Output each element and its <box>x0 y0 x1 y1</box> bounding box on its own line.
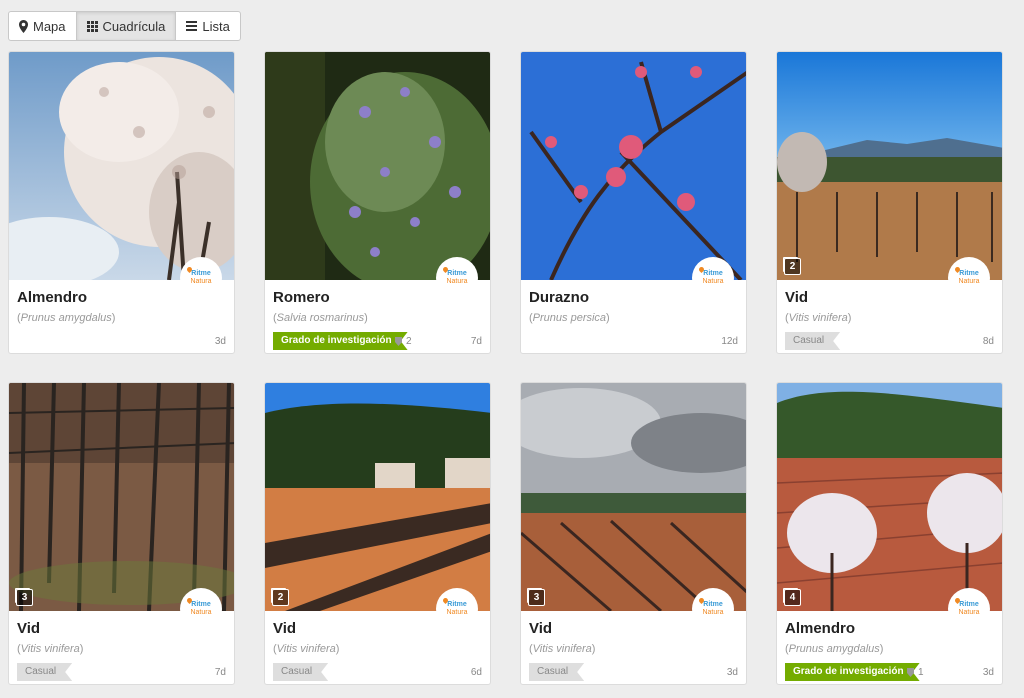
observation-age: 12d <box>721 336 738 347</box>
list-view-label: Lista <box>202 18 230 34</box>
scientific-name: (Vitis vinifera) <box>273 643 340 655</box>
observation-card[interactable]: Ritme Natura Durazno (Prunus persica) 12d <box>520 51 747 354</box>
common-name[interactable]: Almendro <box>785 620 855 637</box>
common-name[interactable]: Durazno <box>529 289 589 306</box>
ritme-natura-logo: Ritme Natura <box>692 257 734 299</box>
ritme-natura-logo: Ritme Natura <box>948 257 990 299</box>
observation-card[interactable]: 4 Ritme Natura Almendro (Prunus amygdalus… <box>776 382 1003 685</box>
observation-card[interactable]: 2 Ritme Natura Vid (Vitis vinifera) Casua… <box>264 382 491 685</box>
casual-grade-badge: Casual <box>17 663 72 681</box>
observation-photo[interactable] <box>521 52 746 280</box>
map-pin-icon <box>19 19 28 33</box>
common-name[interactable]: Almendro <box>17 289 87 306</box>
observation-card[interactable]: 3 Ritme Natura Vid (Vitis vinifera) Casua… <box>520 382 747 685</box>
common-name[interactable]: Romero <box>273 289 330 306</box>
casual-grade-badge: Casual <box>785 332 840 350</box>
common-name[interactable]: Vid <box>273 620 296 637</box>
scientific-name: (Prunus persica) <box>529 312 610 324</box>
research-grade-badge: Grado de investigación <box>273 332 408 350</box>
shield-icon <box>907 668 914 677</box>
observation-photo[interactable] <box>265 52 490 280</box>
ritme-natura-logo: Ritme Natura <box>692 588 734 630</box>
observation-age: 7d <box>214 667 226 678</box>
photo-count: 4 <box>784 589 801 606</box>
observation-photo[interactable] <box>521 383 746 611</box>
observation-age: 3d <box>726 667 738 678</box>
observation-age: 6d <box>470 667 482 678</box>
scientific-name: (Vitis vinifera) <box>785 312 852 324</box>
list-icon <box>186 21 198 31</box>
ritme-natura-logo: Ritme Natura <box>180 257 222 299</box>
observation-card[interactable]: 2 Ritme Natura Vid (Vitis vinifera) Casua… <box>776 51 1003 354</box>
observation-age: 3d <box>982 667 994 678</box>
observation-photo[interactable] <box>9 383 234 611</box>
grid-view-button[interactable]: Cuadrícula <box>76 12 177 40</box>
observation-photo[interactable] <box>777 383 1002 611</box>
scientific-name: (Salvia rosmarinus) <box>273 312 368 324</box>
photo-count: 3 <box>528 589 545 606</box>
photo-count: 2 <box>784 258 801 275</box>
ritme-natura-logo: Ritme Natura <box>436 257 478 299</box>
observation-photo[interactable] <box>777 52 1002 280</box>
shield-icon <box>395 337 402 346</box>
scientific-name: (Vitis vinifera) <box>17 643 84 655</box>
observation-age: 3d <box>214 336 226 347</box>
common-name[interactable]: Vid <box>17 620 40 637</box>
map-view-button[interactable]: Mapa <box>9 12 77 40</box>
scientific-name: (Vitis vinifera) <box>529 643 596 655</box>
observation-age: 7d <box>470 336 482 347</box>
grid-view-label: Cuadrícula <box>102 18 166 34</box>
observation-age: 8d <box>982 336 994 347</box>
ritme-natura-logo: Ritme Natura <box>436 588 478 630</box>
map-view-label: Mapa <box>33 18 66 34</box>
view-toggle: Mapa Cuadrícula Lista <box>8 11 241 41</box>
photo-count: 2 <box>272 589 289 606</box>
observation-photo[interactable] <box>9 52 234 280</box>
list-view-button[interactable]: Lista <box>176 12 239 40</box>
casual-grade-badge: Casual <box>529 663 584 681</box>
research-grade-badge: Grado de investigación <box>785 663 920 681</box>
observation-card[interactable]: 3 Ritme Natura Vid (Vitis vinifera) Casua… <box>8 382 235 685</box>
scientific-name: (Prunus amygdalus) <box>17 312 116 324</box>
ritme-natura-logo: Ritme Natura <box>180 588 222 630</box>
identification-count: 2 <box>395 336 412 347</box>
casual-grade-badge: Casual <box>273 663 328 681</box>
observation-card[interactable]: Ritme Natura Romero (Salvia rosmarinus) G… <box>264 51 491 354</box>
observation-card[interactable]: Ritme Natura Almendro (Prunus amygdalus) … <box>8 51 235 354</box>
common-name[interactable]: Vid <box>785 289 808 306</box>
common-name[interactable]: Vid <box>529 620 552 637</box>
identification-count: 1 <box>907 667 924 678</box>
grid-icon <box>86 20 98 32</box>
scientific-name: (Prunus amygdalus) <box>785 643 884 655</box>
ritme-natura-logo: Ritme Natura <box>948 588 990 630</box>
photo-count: 3 <box>16 589 33 606</box>
observation-photo[interactable] <box>265 383 490 611</box>
